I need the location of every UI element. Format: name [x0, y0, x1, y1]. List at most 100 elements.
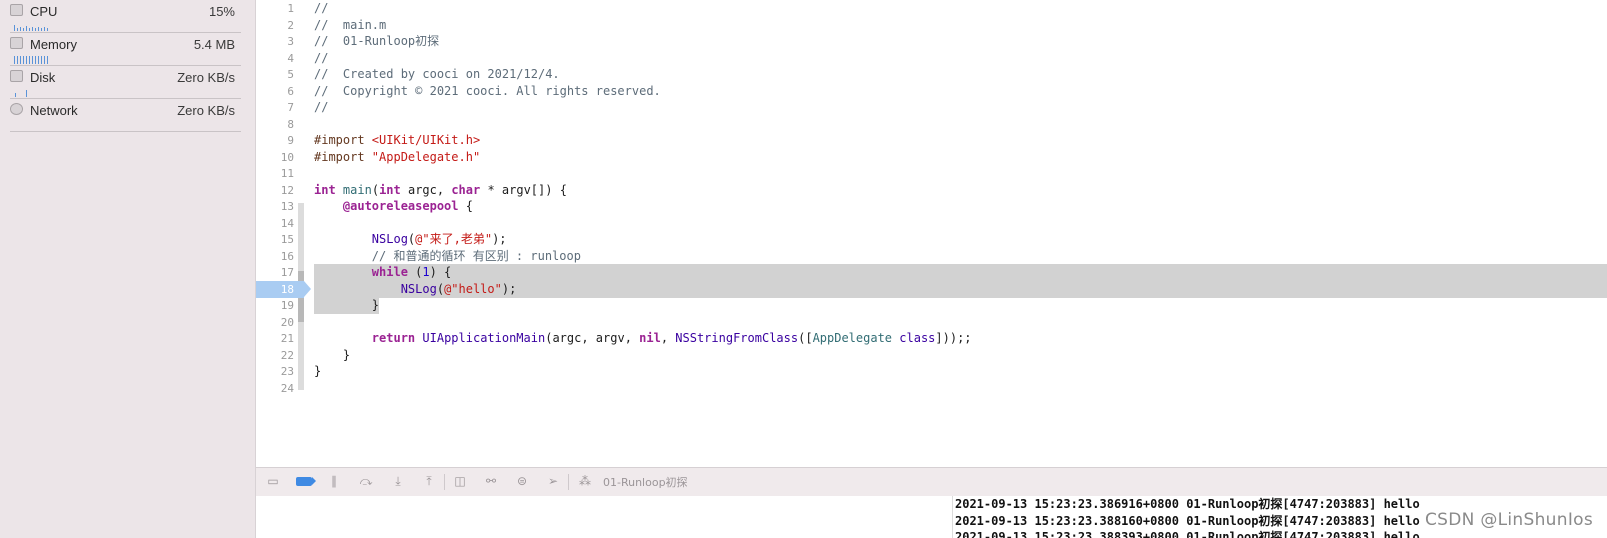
- variables-view[interactable]: [256, 496, 953, 538]
- gauge-value: Zero KB/s: [177, 70, 235, 85]
- step-out-icon[interactable]: ⤒: [422, 474, 436, 488]
- code-line[interactable]: 12 int main(int argc, char * argv[]) {: [256, 182, 1607, 199]
- debug-bar: ▭ ∥ ⤼ ⤓ ⤒ ◫ ⚯ ⊜ ➢ ⁂ 01-Runloop初探: [256, 467, 1607, 497]
- code-line[interactable]: 23}: [256, 363, 1607, 380]
- environment-overrides-icon[interactable]: ⊜: [515, 474, 529, 488]
- code-line[interactable]: 20: [256, 314, 1607, 331]
- code-line[interactable]: 5 // Created by cooci on 2021/12/4.: [256, 66, 1607, 83]
- view-hierarchy-icon[interactable]: ◫: [453, 474, 467, 488]
- pause-icon[interactable]: ∥: [327, 474, 341, 488]
- code-line[interactable]: 9 #import <UIKit/UIKit.h>: [256, 132, 1607, 149]
- simulate-location-icon[interactable]: ➢: [546, 474, 560, 488]
- line-number[interactable]: 14: [256, 215, 294, 232]
- step-over-icon[interactable]: ⤼: [359, 474, 373, 488]
- line-number[interactable]: 19: [256, 297, 294, 314]
- code-token: @"hello": [444, 281, 502, 296]
- gauge-memory[interactable]: Memory 5.4 MB: [10, 33, 241, 66]
- code-token: }: [314, 364, 322, 378]
- line-number[interactable]: 7: [256, 99, 294, 116]
- target-icon: ⁂: [579, 474, 591, 488]
- line-number[interactable]: 18: [256, 281, 294, 298]
- code-line[interactable]: 18 NSLog(@"hello");: [256, 280, 1607, 298]
- code-token: // Created by cooci on 2021/12/4.: [314, 67, 560, 81]
- code-line[interactable]: 24: [256, 380, 1607, 397]
- code-token: AppDelegate: [812, 331, 893, 345]
- line-number[interactable]: 1: [256, 0, 294, 17]
- line-number[interactable]: 20: [256, 314, 294, 331]
- line-number[interactable]: 23: [256, 363, 294, 380]
- console-line: 2021-09-13 15:23:23.388393+0800 01-Runlo…: [955, 530, 1420, 538]
- code-token: #import: [314, 133, 372, 147]
- gauge-label: Disk: [30, 70, 56, 85]
- code-line[interactable]: 10 #import "AppDelegate.h": [256, 149, 1607, 166]
- code-token: //: [314, 100, 329, 114]
- code-line[interactable]: 14: [256, 215, 1607, 232]
- line-number[interactable]: 2: [256, 17, 294, 34]
- line-number[interactable]: 3: [256, 33, 294, 50]
- code-line[interactable]: 8: [256, 116, 1607, 133]
- watermark: CSDN @LinShunIos: [1424, 510, 1593, 530]
- line-number[interactable]: 8: [256, 116, 294, 133]
- code-line[interactable]: 15 NSLog(@"来了,老弟");: [256, 231, 1607, 248]
- source-editor[interactable]: 1 // 2 // main.m 3 // 01-Runloop初探 4 // 5 // Crea…: [256, 0, 1607, 467]
- code-text: int main(int argc, char * argv[]) {: [314, 182, 567, 199]
- line-number[interactable]: 15: [256, 231, 294, 248]
- code-token: @autoreleasepool: [342, 199, 459, 213]
- breakpoints-toggle-icon[interactable]: [296, 477, 316, 486]
- gauge-value: 5.4 MB: [193, 37, 235, 52]
- line-number[interactable]: 13: [256, 198, 294, 215]
- line-number[interactable]: 5: [256, 66, 294, 83]
- line-number[interactable]: 22: [256, 347, 294, 364]
- code-line[interactable]: 3 // 01-Runloop初探: [256, 33, 1607, 50]
- gauge-label: Network: [30, 103, 78, 118]
- code-token: (: [371, 182, 380, 197]
- code-line[interactable]: 4 //: [256, 50, 1607, 67]
- code-token: //: [314, 50, 329, 65]
- debug-navigator: CPU 15% Memory 5.4 MB Disk Zero KB/s Net…: [0, 0, 256, 538]
- line-number[interactable]: 9: [256, 132, 294, 149]
- gauge-cpu[interactable]: CPU 15%: [10, 0, 241, 33]
- gauge-value: Zero KB/s: [177, 103, 235, 118]
- code-line[interactable]: 21 return UIApplicationMain(argc, argv, …: [256, 330, 1607, 347]
- memory-graph-icon[interactable]: ⚯: [484, 474, 498, 488]
- disk-icon: [10, 70, 23, 82]
- code-line[interactable]: 11: [256, 165, 1607, 182]
- code-line[interactable]: 6 // Copyright © 2021 cooci. All rights r…: [256, 83, 1607, 100]
- debug-target-label[interactable]: 01-Runloop初探: [603, 474, 688, 490]
- line-number[interactable]: 24: [256, 380, 294, 397]
- code-token: "AppDelegate.h": [371, 149, 481, 164]
- code-text: }: [314, 347, 350, 364]
- code-token: {: [458, 199, 473, 213]
- console-line: 2021-09-13 15:23:23.386916+0800 01-Runlo…: [955, 497, 1420, 511]
- memory-sparkline: [12, 55, 52, 64]
- code-line[interactable]: 17 while (1) {: [256, 264, 1607, 281]
- code-line[interactable]: 19 }: [256, 297, 1607, 314]
- line-number[interactable]: 16: [256, 248, 294, 265]
- code-line[interactable]: 13 @autoreleasepool {: [256, 198, 1607, 215]
- code-token: char: [451, 182, 481, 197]
- step-into-icon[interactable]: ⤓: [391, 474, 405, 488]
- line-number[interactable]: 6: [256, 83, 294, 100]
- line-number[interactable]: 10: [256, 149, 294, 166]
- code-token: (: [436, 281, 445, 296]
- gauge-disk[interactable]: Disk Zero KB/s: [10, 66, 241, 99]
- code-line[interactable]: 2 // main.m: [256, 17, 1607, 34]
- gauge-network[interactable]: Network Zero KB/s: [10, 99, 241, 132]
- code-line[interactable]: 16 // 和普通的循环 有区别 : runloop: [256, 248, 1607, 265]
- code-line[interactable]: 7 //: [256, 99, 1607, 116]
- code-line[interactable]: 1 //: [256, 0, 1607, 17]
- line-number[interactable]: 21: [256, 330, 294, 347]
- hide-debug-area-icon[interactable]: ▭: [266, 474, 280, 488]
- line-number[interactable]: 17: [256, 264, 294, 281]
- code-text: // Copyright © 2021 cooci. All rights re…: [314, 83, 661, 100]
- line-number[interactable]: 12: [256, 182, 294, 199]
- line-number[interactable]: 11: [256, 165, 294, 182]
- code-token: class: [899, 331, 936, 345]
- code-line[interactable]: 22 }: [256, 347, 1607, 364]
- line-number[interactable]: 4: [256, 50, 294, 67]
- gauge-label: Memory: [30, 37, 77, 52]
- code-token: // 和普通的循环 有区别 : runloop: [314, 248, 581, 263]
